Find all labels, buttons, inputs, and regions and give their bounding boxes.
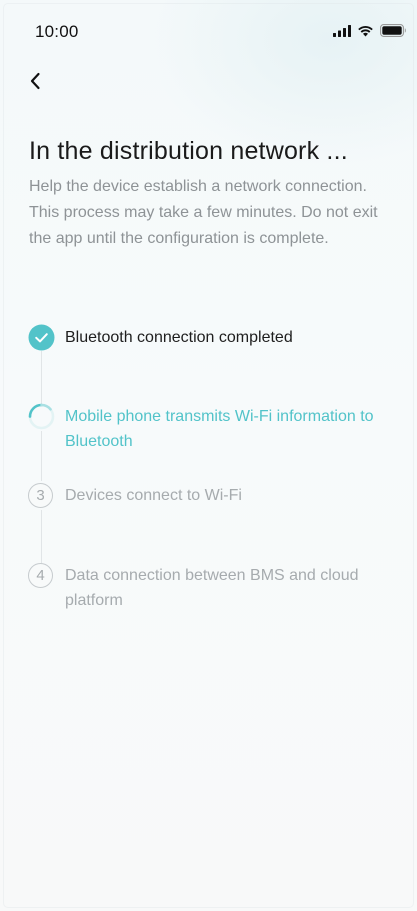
signal-icon — [333, 24, 351, 37]
wifi-icon — [357, 25, 374, 37]
status-icons — [333, 24, 407, 37]
status-bar: 10:00 — [0, 0, 417, 60]
battery-icon — [380, 24, 407, 37]
step-completed-marker — [28, 324, 55, 351]
chevron-left-icon — [30, 72, 40, 90]
back-button[interactable] — [22, 66, 48, 96]
screen: 10:00 In the distribution network ... He… — [0, 0, 417, 911]
step-in-progress-marker — [28, 403, 55, 430]
loading-spinner-icon — [28, 403, 55, 430]
step-connector — [41, 431, 42, 481]
page-title: In the distribution network ... — [29, 137, 348, 165]
page-description: Help the device establish a network conn… — [29, 178, 378, 247]
check-icon — [28, 324, 55, 351]
status-time: 10:00 — [35, 22, 79, 41]
step-label: Bluetooth connection completed — [65, 329, 293, 346]
step-number: 4 — [28, 563, 53, 588]
step-connector — [41, 510, 42, 565]
step-label: Devices connect to Wi-Fi — [65, 487, 242, 504]
step-connector — [41, 351, 42, 406]
step-label: Mobile phone transmits Wi-Fi information… — [65, 408, 374, 450]
step-pending-marker: 3 — [28, 483, 55, 510]
step-label: Data connection between BMS and cloud pl… — [65, 567, 359, 609]
step-pending-marker: 4 — [28, 563, 55, 590]
step-number: 3 — [28, 483, 53, 508]
